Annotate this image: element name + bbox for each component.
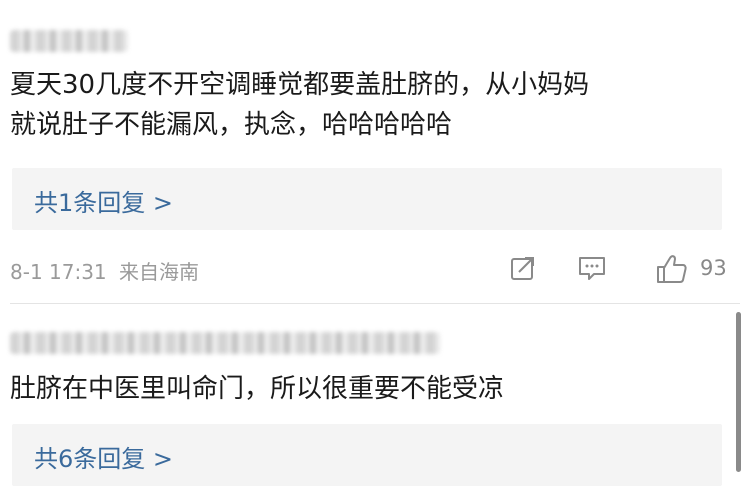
comment-text-line: 夏天30几度不开空调睡觉都要盖肚脐的，从小妈妈	[10, 70, 590, 100]
comment-meta: 8-1 17:31 来自海南 93	[10, 253, 727, 289]
scrollbar[interactable]	[736, 312, 741, 472]
comment-text-line: 肚脐在中医里叫命门，所以很重要不能受凉	[10, 374, 505, 404]
like-count: 93	[700, 256, 727, 280]
replies-box[interactable]: 共6条回复 >	[12, 424, 722, 486]
username-blurred[interactable]	[10, 30, 128, 52]
share-button[interactable]	[508, 253, 538, 287]
timestamp: 8-1 17:31	[10, 260, 107, 284]
comment-meta-text: 8-1 17:31 来自海南	[10, 256, 199, 285]
comment-item: 肚脐在中医里叫命门，所以很重要不能受凉 共6条回复 >	[0, 304, 750, 486]
username-blurred[interactable]	[10, 332, 440, 354]
comment-text: 夏天30几度不开空调睡觉都要盖肚脐的，从小妈妈 就说肚子不能漏风，执念，哈哈哈哈…	[10, 65, 725, 145]
view-replies-link[interactable]: 共6条回复 >	[34, 439, 173, 474]
comment-icon	[579, 257, 605, 280]
like-button[interactable]	[654, 253, 690, 289]
comment-text: 肚脐在中医里叫命门，所以很重要不能受凉	[10, 369, 725, 409]
comment-item: 夏天30几度不开空调睡觉都要盖肚脐的，从小妈妈 就说肚子不能漏风，执念，哈哈哈哈…	[0, 0, 750, 303]
replies-box[interactable]: 共1条回复 >	[12, 168, 722, 230]
comment-button[interactable]	[576, 253, 608, 287]
view-replies-link[interactable]: 共1条回复 >	[34, 183, 173, 218]
location: 来自海南	[119, 260, 200, 284]
comment-text-line: 就说肚子不能漏风，执念，哈哈哈哈哈	[10, 110, 453, 140]
share-icon	[511, 257, 534, 280]
like-icon	[657, 255, 687, 283]
